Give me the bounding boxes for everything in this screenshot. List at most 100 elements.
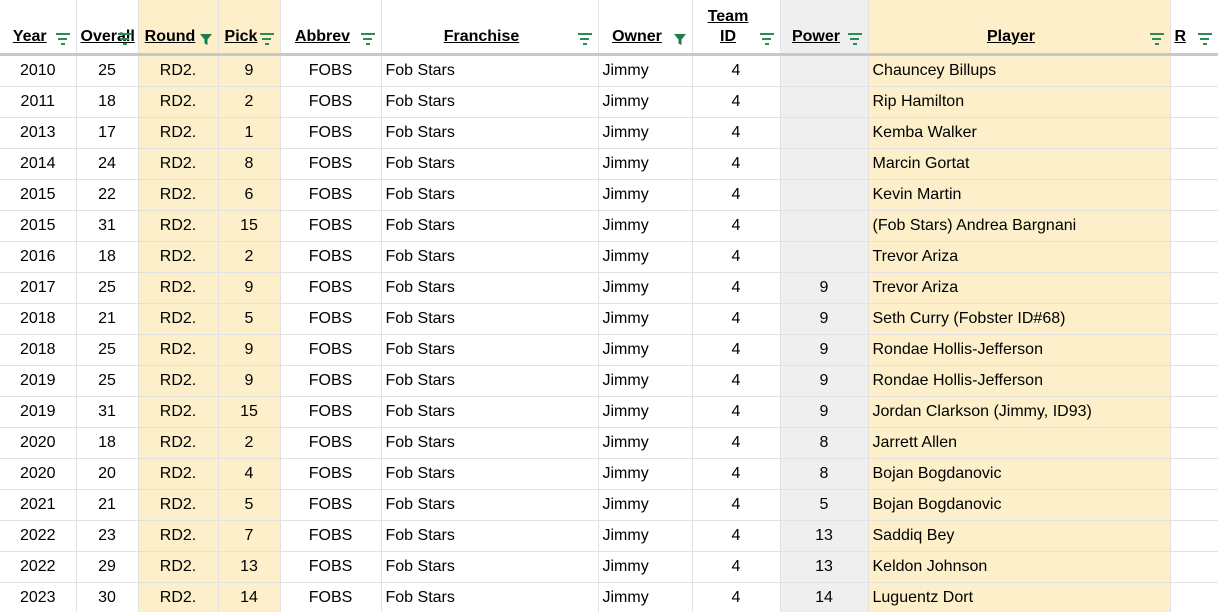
cell-abbrev[interactable]: FOBS bbox=[280, 86, 382, 118]
cell-power[interactable]: 9 bbox=[780, 303, 869, 335]
cell-power[interactable]: 8 bbox=[780, 458, 869, 490]
cell-franchise[interactable]: Fob Stars bbox=[381, 303, 599, 335]
filter-icon[interactable] bbox=[117, 32, 132, 45]
cell-r[interactable] bbox=[1170, 427, 1218, 459]
cell-overall[interactable]: 17 bbox=[76, 117, 139, 149]
cell-year[interactable]: 2017 bbox=[0, 272, 77, 304]
cell-power[interactable]: 9 bbox=[780, 272, 869, 304]
cell-r[interactable] bbox=[1170, 54, 1218, 87]
cell-franchise[interactable]: Fob Stars bbox=[381, 520, 599, 552]
cell-franchise[interactable]: Fob Stars bbox=[381, 210, 599, 242]
cell-pick[interactable]: 5 bbox=[218, 489, 281, 521]
cell-overall[interactable]: 18 bbox=[76, 241, 139, 273]
filter-icon[interactable] bbox=[259, 32, 274, 45]
cell-pick[interactable]: 2 bbox=[218, 241, 281, 273]
cell-power[interactable] bbox=[780, 117, 869, 149]
header-team-id[interactable]: Team ID bbox=[692, 0, 781, 56]
cell-year[interactable]: 2018 bbox=[0, 334, 77, 366]
header-pick[interactable]: Pick bbox=[218, 0, 281, 56]
cell-r[interactable] bbox=[1170, 179, 1218, 211]
cell-r[interactable] bbox=[1170, 396, 1218, 428]
cell-pick[interactable]: 15 bbox=[218, 396, 281, 428]
cell-round[interactable]: RD2. bbox=[138, 241, 219, 273]
cell-pick[interactable]: 9 bbox=[218, 54, 281, 87]
cell-player[interactable]: Chauncey Billups bbox=[868, 54, 1171, 87]
cell-pick[interactable]: 9 bbox=[218, 365, 281, 397]
cell-power[interactable]: 14 bbox=[780, 582, 869, 612]
cell-team-id[interactable]: 4 bbox=[692, 520, 781, 552]
cell-power[interactable]: 8 bbox=[780, 427, 869, 459]
cell-overall[interactable]: 25 bbox=[76, 54, 139, 87]
cell-r[interactable] bbox=[1170, 241, 1218, 273]
cell-power[interactable] bbox=[780, 86, 869, 118]
cell-r[interactable] bbox=[1170, 272, 1218, 304]
cell-overall[interactable]: 29 bbox=[76, 551, 139, 583]
cell-r[interactable] bbox=[1170, 86, 1218, 118]
cell-power[interactable]: 9 bbox=[780, 365, 869, 397]
cell-power[interactable]: 13 bbox=[780, 520, 869, 552]
cell-team-id[interactable]: 4 bbox=[692, 489, 781, 521]
cell-player[interactable]: Luguentz Dort bbox=[868, 582, 1171, 612]
cell-pick[interactable]: 9 bbox=[218, 272, 281, 304]
cell-owner[interactable]: Jimmy bbox=[598, 210, 693, 242]
header-power[interactable]: Power bbox=[780, 0, 869, 56]
cell-overall[interactable]: 25 bbox=[76, 272, 139, 304]
cell-year[interactable]: 2015 bbox=[0, 179, 77, 211]
cell-overall[interactable]: 30 bbox=[76, 582, 139, 612]
cell-abbrev[interactable]: FOBS bbox=[280, 241, 382, 273]
header-r[interactable]: R bbox=[1170, 0, 1218, 56]
cell-franchise[interactable]: Fob Stars bbox=[381, 582, 599, 612]
cell-year[interactable]: 2016 bbox=[0, 241, 77, 273]
cell-team-id[interactable]: 4 bbox=[692, 303, 781, 335]
cell-owner[interactable]: Jimmy bbox=[598, 396, 693, 428]
cell-overall[interactable]: 23 bbox=[76, 520, 139, 552]
cell-round[interactable]: RD2. bbox=[138, 520, 219, 552]
cell-franchise[interactable]: Fob Stars bbox=[381, 551, 599, 583]
cell-owner[interactable]: Jimmy bbox=[598, 551, 693, 583]
cell-power[interactable] bbox=[780, 179, 869, 211]
filter-icon[interactable] bbox=[360, 32, 375, 45]
cell-year[interactable]: 2011 bbox=[0, 86, 77, 118]
filter-icon[interactable] bbox=[577, 32, 592, 45]
cell-franchise[interactable]: Fob Stars bbox=[381, 489, 599, 521]
cell-franchise[interactable]: Fob Stars bbox=[381, 117, 599, 149]
cell-round[interactable]: RD2. bbox=[138, 303, 219, 335]
cell-r[interactable] bbox=[1170, 303, 1218, 335]
cell-player[interactable]: Jordan Clarkson (Jimmy, ID93) bbox=[868, 396, 1171, 428]
cell-round[interactable]: RD2. bbox=[138, 396, 219, 428]
cell-player[interactable]: Seth Curry (Fobster ID#68) bbox=[868, 303, 1171, 335]
cell-abbrev[interactable]: FOBS bbox=[280, 396, 382, 428]
cell-year[interactable]: 2013 bbox=[0, 117, 77, 149]
cell-owner[interactable]: Jimmy bbox=[598, 86, 693, 118]
cell-power[interactable]: 13 bbox=[780, 551, 869, 583]
cell-overall[interactable]: 25 bbox=[76, 334, 139, 366]
cell-team-id[interactable]: 4 bbox=[692, 86, 781, 118]
cell-owner[interactable]: Jimmy bbox=[598, 334, 693, 366]
cell-year[interactable]: 2014 bbox=[0, 148, 77, 180]
cell-power[interactable]: 5 bbox=[780, 489, 869, 521]
cell-team-id[interactable]: 4 bbox=[692, 458, 781, 490]
header-round[interactable]: Round bbox=[138, 0, 219, 56]
cell-team-id[interactable]: 4 bbox=[692, 582, 781, 612]
cell-team-id[interactable]: 4 bbox=[692, 396, 781, 428]
cell-franchise[interactable]: Fob Stars bbox=[381, 86, 599, 118]
cell-year[interactable]: 2015 bbox=[0, 210, 77, 242]
cell-power[interactable] bbox=[780, 148, 869, 180]
cell-pick[interactable]: 2 bbox=[218, 427, 281, 459]
cell-owner[interactable]: Jimmy bbox=[598, 303, 693, 335]
cell-franchise[interactable]: Fob Stars bbox=[381, 427, 599, 459]
cell-abbrev[interactable]: FOBS bbox=[280, 54, 382, 87]
cell-pick[interactable]: 2 bbox=[218, 86, 281, 118]
cell-player[interactable]: (Fob Stars) Andrea Bargnani bbox=[868, 210, 1171, 242]
cell-team-id[interactable]: 4 bbox=[692, 148, 781, 180]
cell-abbrev[interactable]: FOBS bbox=[280, 117, 382, 149]
cell-owner[interactable]: Jimmy bbox=[598, 582, 693, 612]
cell-franchise[interactable]: Fob Stars bbox=[381, 272, 599, 304]
active-filter-funnel-icon[interactable] bbox=[673, 32, 687, 46]
cell-pick[interactable]: 8 bbox=[218, 148, 281, 180]
cell-overall[interactable]: 20 bbox=[76, 458, 139, 490]
cell-year[interactable]: 2023 bbox=[0, 582, 77, 612]
cell-player[interactable]: Trevor Ariza bbox=[868, 272, 1171, 304]
cell-team-id[interactable]: 4 bbox=[692, 179, 781, 211]
cell-owner[interactable]: Jimmy bbox=[598, 179, 693, 211]
